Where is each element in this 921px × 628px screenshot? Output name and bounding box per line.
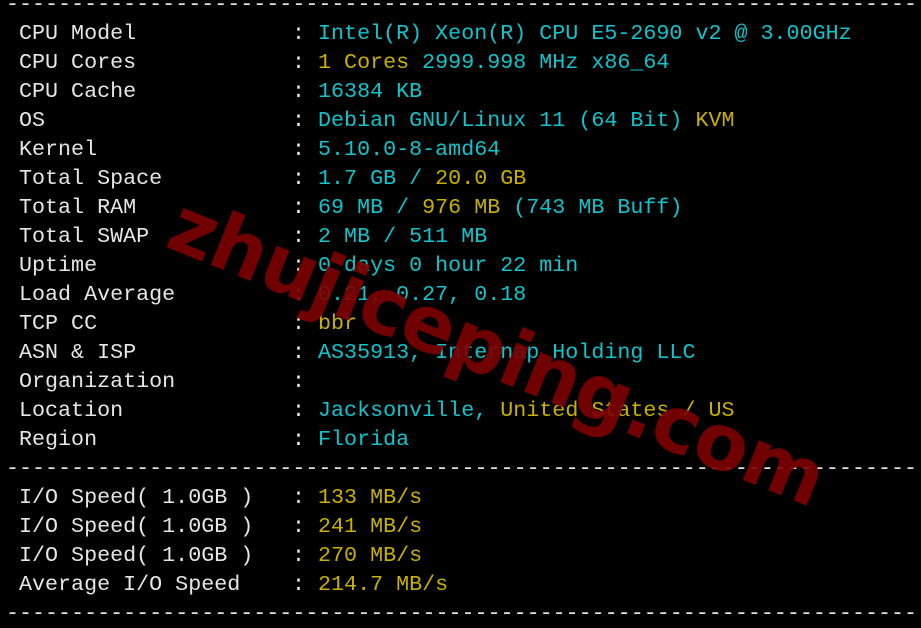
colon-separator: : [292,340,319,365]
info-label: Total SWAP [19,224,150,249]
info-value: United States / US [500,398,735,423]
info-value: 214.7 MB/s [318,572,449,597]
info-label: Average I/O Speed [19,572,241,597]
colon-separator: : [292,108,319,133]
info-row: I/O Speed( 1.0GB ): 241 MB/s [0,512,921,541]
info-label: Location [19,398,124,423]
info-row: CPU Model: Intel(R) Xeon(R) CPU E5-2690 … [0,19,921,48]
info-row: CPU Cache: 16384 KB [0,77,921,106]
info-label: I/O Speed( 1.0GB ) [19,485,254,510]
colon-separator: : [292,485,319,510]
info-label: TCP CC [19,311,98,336]
info-label: CPU Cache [19,79,137,104]
info-value: Jacksonville, [318,398,501,423]
info-row: Organization: [0,367,921,396]
info-label: Load Average [19,282,176,307]
info-value: 241 MB/s [318,514,423,539]
info-row: CPU Cores: 1 Cores 2999.998 MHz x86_64 [0,48,921,77]
colon-separator: : [292,50,319,75]
info-row: Load Average: 0.21, 0.27, 0.18 [0,280,921,309]
colon-separator: : [292,282,319,307]
colon-separator: : [292,253,319,278]
colon-separator: : [292,514,319,539]
info-label: CPU Cores [19,50,137,75]
colon-separator: : [292,311,319,336]
colon-separator: : [292,137,319,162]
info-value: 270 MB/s [318,543,423,568]
info-label: Total RAM [19,195,137,220]
colon-separator: : [292,398,319,423]
info-value: 1.7 GB / [318,166,436,191]
info-value: Florida [318,427,410,452]
info-value: 20.0 GB [435,166,527,191]
colon-separator: : [292,427,319,452]
info-value: (743 MB Buff) [500,195,683,220]
colon-separator: : [292,224,319,249]
colon-separator: : [292,572,319,597]
info-value: 16384 KB [318,79,423,104]
info-value: 976 MB [422,195,501,220]
info-value: bbr [318,311,358,336]
info-row: Location: Jacksonville, United States / … [0,396,921,425]
info-label: ASN & ISP [19,340,137,365]
info-row: Region: Florida [0,425,921,454]
separator-line: ----------------------------------------… [6,601,918,626]
colon-separator: : [292,79,319,104]
info-label: I/O Speed( 1.0GB ) [19,543,254,568]
info-value: 2999.998 MHz x86_64 [422,50,670,75]
info-value: 69 MB / [318,195,423,220]
info-value: Intel(R) Xeon(R) CPU E5-2690 v2 @ 3.00GH… [318,21,852,46]
info-value: KVM [695,108,735,133]
info-value: AS35913, Internap Holding LLC [318,340,696,365]
info-label: Total Space [19,166,163,191]
info-label: Organization [19,369,176,394]
info-row: Uptime: 0 days 0 hour 22 min [0,251,921,280]
info-label: I/O Speed( 1.0GB ) [19,514,254,539]
info-row: Kernel: 5.10.0-8-amd64 [0,135,921,164]
info-row: Average I/O Speed: 214.7 MB/s [0,570,921,599]
colon-separator: : [292,543,319,568]
info-row: Total SWAP: 2 MB / 511 MB [0,222,921,251]
info-value: 0.21, 0.27, 0.18 [318,282,527,307]
info-label: OS [19,108,46,133]
info-label: Region [19,427,98,452]
info-row: Total Space: 1.7 GB / 20.0 GB [0,164,921,193]
colon-separator: : [292,166,319,191]
info-value: 133 MB/s [318,485,423,510]
terminal-output: ----------------------------------------… [0,0,921,628]
info-row: TCP CC: bbr [0,309,921,338]
info-value: 1 Cores [318,50,423,75]
separator-line: ----------------------------------------… [6,0,918,17]
info-row: OS: Debian GNU/Linux 11 (64 Bit) KVM [0,106,921,135]
info-value: 0 days 0 hour 22 min [318,253,579,278]
info-label: CPU Model [19,21,137,46]
info-value: Debian GNU/Linux 11 (64 Bit) [318,108,696,133]
info-row: Total RAM: 69 MB / 976 MB (743 MB Buff) [0,193,921,222]
info-value: 2 MB / 511 MB [318,224,488,249]
separator-line: ----------------------------------------… [6,456,918,481]
colon-separator: : [292,369,319,394]
info-label: Uptime [19,253,98,278]
colon-separator: : [292,195,319,220]
info-row: ASN & ISP: AS35913, Internap Holding LLC [0,338,921,367]
info-row: I/O Speed( 1.0GB ): 270 MB/s [0,541,921,570]
info-label: Kernel [19,137,98,162]
info-row: I/O Speed( 1.0GB ): 133 MB/s [0,483,921,512]
info-value: 5.10.0-8-amd64 [318,137,501,162]
colon-separator: : [292,21,319,46]
